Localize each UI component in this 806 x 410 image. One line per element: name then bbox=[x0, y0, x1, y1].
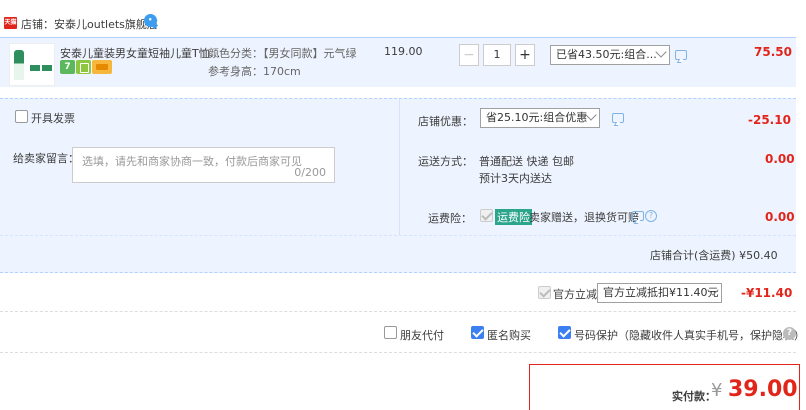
message-icon[interactable] bbox=[675, 50, 687, 60]
official-discount-select[interactable]: 官方立减抵扣¥11.40元 bbox=[597, 283, 722, 303]
quantity-increase-button[interactable]: + bbox=[515, 44, 535, 66]
item-discount-select[interactable]: 已省43.50元:组合... bbox=[550, 45, 670, 65]
phone-protect-label: 号码保护（隐藏收件人真实手机号，保护隐私） bbox=[574, 329, 805, 342]
store-name[interactable]: 店铺：安泰儿outlets旗舰店 bbox=[21, 16, 158, 32]
store-total: 店铺合计(含运费) ¥50.40 bbox=[650, 249, 778, 262]
section-separator bbox=[0, 311, 796, 312]
payment-currency: ¥ bbox=[711, 380, 723, 401]
official-discount-checkbox bbox=[538, 286, 551, 299]
options-divider bbox=[399, 99, 400, 235]
insurance-checkbox bbox=[480, 209, 493, 222]
thumbnail-figure bbox=[30, 53, 40, 83]
item-spec-size: 参考身高：170cm bbox=[208, 65, 301, 78]
item-subtotal: 75.50 bbox=[754, 45, 792, 59]
product-thumbnail[interactable] bbox=[9, 43, 55, 86]
payment-label: 实付款： bbox=[672, 390, 716, 403]
friend-pay-label: 朋友代付 bbox=[400, 329, 444, 342]
thumbnail-figure bbox=[42, 53, 52, 83]
message-icon[interactable] bbox=[612, 113, 624, 123]
thumbnail-figure bbox=[14, 50, 24, 80]
question-icon[interactable]: ? bbox=[783, 327, 796, 340]
wangwang-chat-icon[interactable]: • bbox=[144, 14, 157, 27]
official-discount-label: 官方立减 bbox=[553, 288, 597, 301]
anonymous-label: 匿名购买 bbox=[487, 329, 531, 342]
section-separator bbox=[0, 352, 796, 353]
chevron-down-icon bbox=[655, 46, 667, 58]
insurance-label: 运费险： bbox=[428, 212, 472, 225]
shipping-label: 运送方式： bbox=[418, 155, 473, 168]
invoice-checkbox[interactable] bbox=[15, 110, 28, 123]
official-discount-value: -¥11.40 bbox=[741, 286, 793, 300]
store-discount-value: -25.10 bbox=[748, 113, 791, 127]
phone-protect-checkbox[interactable] bbox=[558, 326, 571, 339]
store-discount-select[interactable]: 省25.10元:组合优惠 bbox=[480, 108, 600, 128]
guarantee-icon bbox=[76, 60, 91, 74]
anonymous-checkbox[interactable] bbox=[471, 326, 484, 339]
seven-day-return-icon: 7 bbox=[60, 60, 75, 74]
item-title[interactable]: 安泰儿童装男女童短袖儿童T恤... bbox=[60, 45, 220, 61]
store-discount-label: 店铺优惠： bbox=[418, 115, 473, 128]
seller-note-textarea[interactable]: 选填，请先和商家协商一致，付款后商家可见 0/200 bbox=[72, 147, 335, 183]
insurance-text: 卖家赠送，退换货可赔 bbox=[529, 211, 639, 224]
friend-pay-checkbox[interactable] bbox=[384, 326, 397, 339]
seller-note-label: 给卖家留言： bbox=[13, 152, 79, 165]
credit-card-icon bbox=[92, 60, 112, 74]
tmall-logo: 天猫 bbox=[4, 17, 17, 29]
shipping-method: 普通配送 快递 包邮 bbox=[479, 155, 574, 168]
seller-note-placeholder: 选填，请先和商家协商一致，付款后商家可见 bbox=[82, 155, 302, 168]
payment-amount: 39.00 bbox=[728, 377, 798, 402]
seller-note-counter: 0/200 bbox=[294, 166, 326, 179]
insurance-tag: 运费险 bbox=[495, 209, 532, 225]
official-discount-select-value: 官方立减抵扣¥11.40元 bbox=[603, 286, 719, 299]
item-spec-color: 颜色分类：【男女同款】元气绿 bbox=[208, 47, 357, 60]
options-separator bbox=[0, 235, 796, 236]
quantity-input[interactable]: 1 bbox=[483, 44, 511, 66]
quantity-decrease-button[interactable]: − bbox=[459, 44, 479, 66]
item-discount-select-value: 已省43.50元:组合... bbox=[556, 48, 657, 61]
store-discount-select-value: 省25.10元:组合优惠 bbox=[486, 111, 588, 124]
unit-price: 119.00 bbox=[384, 45, 423, 58]
question-icon[interactable]: ? bbox=[645, 210, 657, 222]
shipping-eta: 预计3天内送达 bbox=[479, 172, 552, 185]
shipping-value: 0.00 bbox=[765, 152, 795, 166]
quantity-stepper: − 1 + bbox=[459, 44, 535, 66]
insurance-value: 0.00 bbox=[765, 210, 795, 224]
message-icon[interactable] bbox=[632, 211, 644, 221]
invoice-label: 开具发票 bbox=[31, 112, 75, 125]
